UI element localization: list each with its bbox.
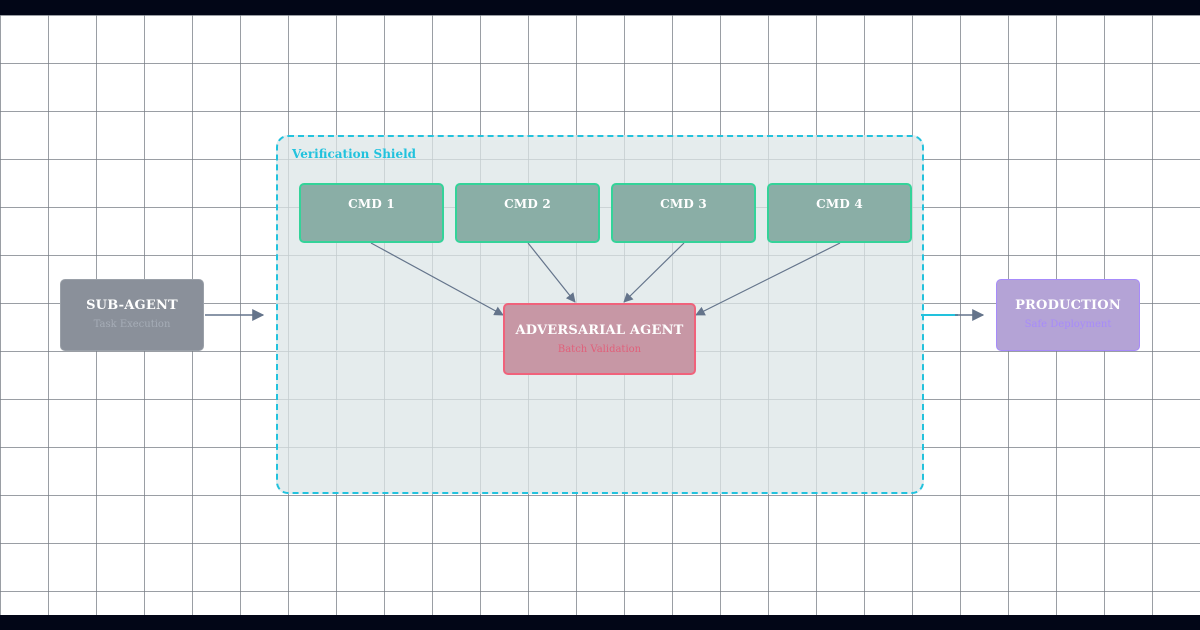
cmd-1-title: CMD 1 bbox=[348, 197, 395, 211]
production-title: PRODUCTION bbox=[1015, 298, 1121, 313]
cmd-3-node[interactable]: CMD 3 bbox=[611, 183, 756, 243]
production-node[interactable]: PRODUCTION Safe Deployment bbox=[996, 279, 1140, 351]
top-bar bbox=[0, 0, 1200, 15]
cmd-4-title: CMD 4 bbox=[816, 197, 863, 211]
production-subtitle: Safe Deployment bbox=[1024, 319, 1112, 330]
edge-cmd1-to-adversarial bbox=[370, 242, 504, 316]
sub-agent-subtitle: Task Execution bbox=[93, 319, 171, 330]
sub-agent-node[interactable]: SUB-AGENT Task Execution bbox=[60, 279, 204, 351]
diagram-canvas: Verification Shield SUB-AGENT Task Execu… bbox=[0, 0, 1200, 630]
cmd-2-title: CMD 2 bbox=[504, 197, 551, 211]
adversarial-agent-subtitle: Batch Validation bbox=[557, 344, 642, 355]
edge-cmd2-to-adversarial bbox=[527, 242, 576, 303]
cmd-2-node[interactable]: CMD 2 bbox=[455, 183, 600, 243]
cmd-4-node[interactable]: CMD 4 bbox=[767, 183, 912, 243]
adversarial-agent-node[interactable]: ADVERSARIAL AGENT Batch Validation bbox=[503, 303, 696, 375]
cmd-3-title: CMD 3 bbox=[660, 197, 707, 211]
bottom-bar bbox=[0, 615, 1200, 630]
cmd-1-node[interactable]: CMD 1 bbox=[299, 183, 444, 243]
sub-agent-title: SUB-AGENT bbox=[86, 298, 178, 313]
edge-cmd4-to-adversarial bbox=[695, 242, 841, 316]
adversarial-agent-title: ADVERSARIAL AGENT bbox=[515, 323, 684, 338]
edge-cmd3-to-adversarial bbox=[623, 242, 685, 303]
